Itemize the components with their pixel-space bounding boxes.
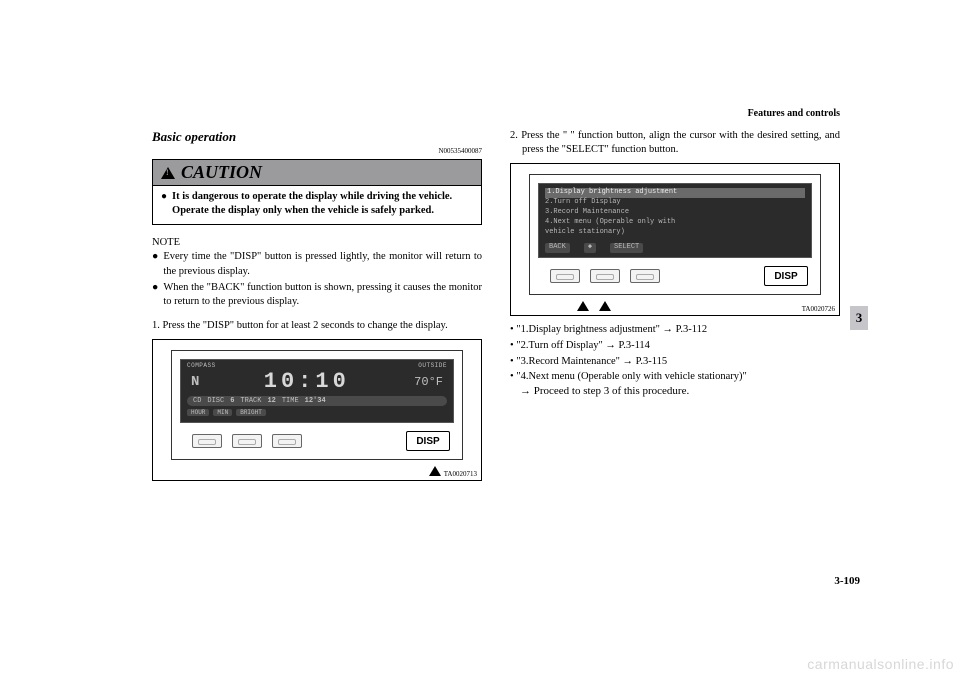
ref-item: "3.Record Maintenance" → P.3-115 [510,354,840,370]
figure-id: TA0020726 [802,305,835,313]
two-column-layout: Basic operation N00535400087 CAUTION ● I… [152,129,840,487]
arrow-indicators [529,297,821,311]
disp-button[interactable]: DISP [406,431,450,451]
caution-header: CAUTION [153,160,481,186]
manual-page: Features and controls Basic operation N0… [152,108,840,487]
outside-temp: 70°F [414,375,443,389]
section-header: Features and controls [152,108,840,119]
arrow-indicator [171,462,463,476]
menu-item: vehicle stationary) [545,228,805,238]
device-screen: COMPASS OUTSIDE N 10:10 70°F CD DISC6 TR… [180,359,454,423]
caution-label: CAUTION [181,162,262,183]
left-column: Basic operation N00535400087 CAUTION ● I… [152,129,482,487]
nav-arrows-icon: ◆ [584,243,596,253]
note-item: ●When the "BACK" function button is show… [152,281,482,309]
soft-button[interactable] [550,269,580,283]
right-column: 2. Press the " " function button, align … [510,129,840,487]
arrow-up-icon [429,466,441,476]
warning-triangle-icon [161,167,175,179]
watermark: carmanualsonline.info [807,656,954,672]
display-device: COMPASS OUTSIDE N 10:10 70°F CD DISC6 TR… [171,350,463,460]
ref-item: "1.Display brightness adjustment" → P.3-… [510,322,840,338]
menu-item: 4.Next menu (Operable only with [545,218,805,228]
soft-button[interactable] [192,434,222,448]
soft-button[interactable] [590,269,620,283]
cd-info-row: CD DISC6 TRACK12 TIME12'34 [187,396,447,406]
select-label: SELECT [610,243,643,253]
caution-text: It is dangerous to operate the display w… [172,190,473,218]
button-row: DISP [180,431,454,451]
arrow-up-icon [577,301,589,311]
ref-item: "4.Next menu (Operable only with vehicle… [510,369,840,385]
doc-code: N00535400087 [152,147,482,155]
ref-item: "2.Turn off Display" → P.3-114 [510,338,840,354]
soft-button[interactable] [272,434,302,448]
reference-list: "1.Display brightness adjustment" → P.3-… [510,322,840,385]
menu-item: 2.Turn off Display [545,198,805,208]
back-label: BACK [545,243,570,253]
disp-button[interactable]: DISP [764,266,808,286]
clock-time: 10:10 [264,369,350,394]
bullet-icon: ● [161,190,167,218]
step-1: 1. Press the "DISP" button for at least … [152,319,482,333]
menu-item-selected: 1.Display brightness adjustment [545,188,805,198]
softkey-labels: HOUR MIN BRIGHT [181,408,453,417]
soft-button[interactable] [630,269,660,283]
chapter-tab: 3 [850,306,868,330]
arrow-up-icon [599,301,611,311]
menu-softkeys: BACK ◆ SELECT [545,243,805,253]
note-item: ●Every time the "DISP" button is pressed… [152,250,482,278]
page-number: 3-109 [834,575,860,587]
figure-2: 1.Display brightness adjustment 2.Turn o… [510,163,840,316]
note-list: ●Every time the "DISP" button is pressed… [152,250,482,309]
note-label: NOTE [152,237,482,248]
compass-label: COMPASS [187,362,216,369]
outside-label: OUTSIDE [418,362,447,369]
menu-item: 3.Record Maintenance [545,208,805,218]
figure-1: COMPASS OUTSIDE N 10:10 70°F CD DISC6 TR… [152,339,482,481]
section-title: Basic operation [152,129,482,145]
soft-button[interactable] [232,434,262,448]
ref-subtext: → Proceed to step 3 of this procedure. [510,385,840,397]
caution-body: ● It is dangerous to operate the display… [153,186,481,224]
figure-id: TA0020713 [444,470,477,478]
caution-box: CAUTION ● It is dangerous to operate the… [152,159,482,225]
display-device: 1.Display brightness adjustment 2.Turn o… [529,174,821,295]
step-2: 2. Press the " " function button, align … [510,129,840,157]
menu-screen: 1.Display brightness adjustment 2.Turn o… [538,183,812,258]
button-row: DISP [538,266,812,286]
compass-direction: N [191,374,199,390]
